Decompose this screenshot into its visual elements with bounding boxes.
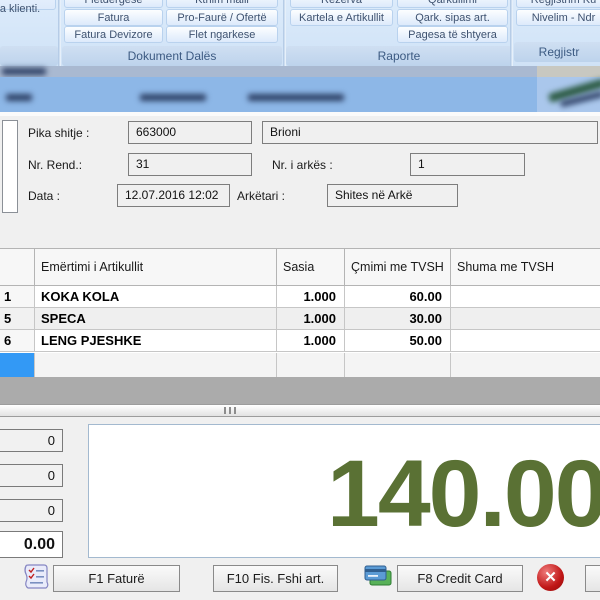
close-icon[interactable]: ✕	[537, 564, 564, 591]
blurred-text	[6, 94, 32, 101]
pika-shitje-field[interactable]: 663000	[128, 121, 252, 144]
row-number-cell: 1	[0, 286, 35, 308]
ribbon-button-qark-sipas-art[interactable]: Qark. sipas art.	[397, 9, 508, 26]
blurred-text	[140, 94, 206, 101]
ribbon-button-flet-ngarkese[interactable]: Flet ngarkese	[166, 26, 278, 43]
ribbon-button-pagesa-te-shtyera[interactable]: Pagesa të shtyera	[397, 26, 508, 43]
f1-fature-button[interactable]: F1 Faturë	[53, 565, 180, 592]
ribbon-button-fatura[interactable]: Fatura	[64, 9, 163, 26]
data-field[interactable]: 12.07.2016 12:02	[117, 184, 230, 207]
article-name-cell[interactable]: SPECA	[35, 308, 277, 330]
table-header-price[interactable]: Çmimi me TVSH	[345, 248, 451, 286]
nr-arkes-field[interactable]: 1	[410, 153, 525, 176]
ribbon-button-fatura-devizore[interactable]: Fatura Devizore	[64, 26, 163, 43]
table-header-row: Emërtimi i Artikullit Sasia Çmimi me TVS…	[0, 248, 600, 286]
ribbon-group-caption-regjistr: Regjistr	[514, 42, 600, 62]
table-row-new-selected[interactable]	[0, 353, 600, 377]
table-header-rownum	[0, 248, 35, 286]
grand-total-value: 140.00	[327, 447, 600, 542]
f10-fshi-art-button[interactable]: F10 Fis. Fshi art.	[213, 565, 338, 592]
panel-splitter[interactable]	[0, 404, 600, 417]
article-price-cell[interactable]: 60.00	[345, 286, 451, 308]
table-header-qty[interactable]: Sasia	[277, 248, 345, 286]
row-number-cell: 6	[0, 330, 35, 352]
nr-arkes-label: Nr. i arkës :	[272, 158, 333, 172]
row-number-cell: 5	[0, 308, 35, 330]
f8-credit-card-button[interactable]: F8 Credit Card	[397, 565, 523, 592]
article-name-cell[interactable]: LENG PJESHKE	[35, 330, 277, 352]
table-row[interactable]: 1 KOKA KOLA 1.000 60.00 60.00	[0, 286, 600, 308]
pika-shitje-name-field[interactable]: Brioni	[262, 121, 598, 144]
ribbon-group-caption-raporte: Raporte	[286, 46, 512, 66]
article-price-cell[interactable]: 50.00	[345, 330, 451, 352]
selected-row-indicator-cell[interactable]	[0, 353, 35, 377]
splitter-grip-icon[interactable]	[224, 407, 236, 414]
cash-amount-field[interactable]: 0.00	[0, 531, 63, 558]
total-field-2[interactable]: 0	[0, 464, 63, 487]
table-row[interactable]: 5 SPECA 1.000 30.00 30.00	[0, 308, 600, 330]
ribbon-button-kartela-artikullit[interactable]: Kartela e Artikullit	[290, 9, 393, 26]
window-title-strip-right	[537, 66, 600, 77]
article-name-cell[interactable]	[35, 353, 277, 377]
ribbon-button-regjistrim[interactable]: Regjistrim Ku	[516, 0, 600, 8]
data-label: Data :	[28, 189, 60, 203]
window-title-strip	[0, 66, 600, 77]
total-display-panel: 140.00	[88, 424, 600, 558]
ribbon-button-klienti[interactable]: ga klienti.	[0, 0, 56, 10]
arketari-field[interactable]: Shites në Arkë	[327, 184, 458, 207]
articles-table: Emërtimi i Artikullit Sasia Çmimi me TVS…	[0, 248, 600, 377]
total-field-1[interactable]: 0	[0, 429, 63, 452]
ribbon-button-pro-faure[interactable]: Pro-Faurë / Ofertë	[166, 9, 278, 26]
ribbon-button-nivelim[interactable]: Nivelim - Ndr	[516, 9, 600, 26]
arketari-label: Arkëtari :	[237, 189, 285, 203]
article-total-cell[interactable]: 50.00	[451, 330, 600, 352]
pos-app-window: ga klienti. Fletdërgese Fatura Fatura De…	[0, 0, 600, 600]
ribbon-separator	[58, 0, 61, 66]
invoice-notes-icon[interactable]	[20, 562, 52, 592]
nr-rend-field[interactable]: 31	[128, 153, 252, 176]
article-qty-cell[interactable]	[277, 353, 345, 377]
article-qty-cell[interactable]: 1.000	[277, 330, 345, 352]
ribbon-group-caption-dokument-dales: Dokument Dalës	[62, 46, 282, 66]
article-total-cell[interactable]: 30.00	[451, 308, 600, 330]
article-price-cell[interactable]	[345, 353, 451, 377]
table-row[interactable]: 6 LENG PJESHKE 1.000 50.00 50.00	[0, 330, 600, 352]
article-qty-cell[interactable]: 1.000	[277, 286, 345, 308]
blurred-text	[248, 94, 344, 101]
ribbon-button-rezerva[interactable]: Rezerva	[290, 0, 393, 8]
table-header-total[interactable]: Shuma me TVSH	[451, 248, 600, 286]
ribbon-group-caption-left	[0, 46, 58, 66]
article-total-cell[interactable]	[451, 353, 600, 377]
blurred-text	[2, 68, 46, 75]
side-list-box[interactable]	[2, 120, 18, 213]
table-header-name[interactable]: Emërtimi i Artikullit	[35, 248, 277, 286]
grid-empty-area	[0, 377, 600, 404]
ribbon-button-fletdergese[interactable]: Fletdërgese	[64, 0, 163, 8]
article-qty-cell[interactable]: 1.000	[277, 308, 345, 330]
ribbon-button-qarkullimi[interactable]: Qarkullimi	[397, 0, 508, 8]
ribbon-button-kthim-malli[interactable]: Kthim malli	[166, 0, 278, 8]
footer-button-partial[interactable]	[585, 565, 600, 592]
credit-card-icon[interactable]	[362, 563, 394, 593]
ribbon-separator	[510, 0, 513, 66]
article-name-cell[interactable]: KOKA KOLA	[35, 286, 277, 308]
ribbon-toolbar: ga klienti. Fletdërgese Fatura Fatura De…	[0, 0, 600, 66]
total-field-3[interactable]: 0	[0, 499, 63, 522]
pika-shitje-label: Pika shitje :	[28, 126, 89, 140]
article-total-cell[interactable]: 60.00	[451, 286, 600, 308]
nr-rend-label: Nr. Rend.:	[28, 158, 82, 172]
document-header-form: Pika shitje : 663000 Brioni Nr. Rend.: 3…	[0, 116, 600, 248]
article-price-cell[interactable]: 30.00	[345, 308, 451, 330]
